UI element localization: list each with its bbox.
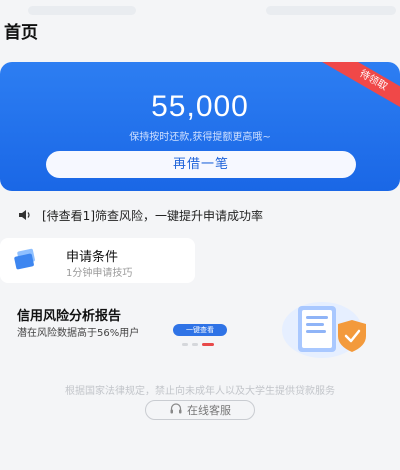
report-shield-icon: [278, 296, 374, 360]
online-service-label: 在线客服: [187, 404, 231, 417]
page-title: 首页: [4, 23, 38, 43]
online-service-button[interactable]: 在线客服: [145, 400, 255, 420]
view-report-button[interactable]: 一键查看: [173, 324, 227, 336]
risk-notice-bar[interactable]: [待查看1]筛查风险，一键提升申请成功率: [0, 203, 400, 227]
report-subtitle: 潜在风险数据高于56%用户: [17, 328, 140, 339]
headset-icon: [169, 401, 183, 420]
hero-subtitle: 保持按时还款,获得提额更高哦~: [129, 132, 271, 143]
notice-text: [待查看1]筛查风险，一键提升申请成功率: [42, 208, 263, 223]
speaker-icon: [18, 207, 34, 223]
apply-conditions-card[interactable]: 申请条件 1分钟申请技巧: [0, 238, 195, 283]
report-title: 信用风险分析报告: [17, 309, 122, 324]
borrow-again-button[interactable]: 再借一笔: [46, 151, 356, 178]
legal-notice: 根据国家法律规定，禁止向未成年人以及大学生提供贷款服务: [65, 386, 335, 397]
pager-dot-active[interactable]: [202, 343, 214, 346]
status-bar-left: [28, 6, 136, 15]
status-bar: [0, 0, 400, 16]
report-pager: [182, 343, 214, 346]
card-icon: [12, 248, 40, 272]
credit-amount: 55,000: [151, 90, 249, 123]
apply-conditions-title: 申请条件: [66, 250, 119, 265]
status-bar-right: [266, 6, 396, 15]
pager-dot[interactable]: [192, 343, 198, 346]
loan-hero-card: 待领取 55,000 保持按时还款,获得提额更高哦~ 再借一笔: [0, 62, 400, 191]
apply-conditions-subtitle: 1分钟申请技巧: [66, 268, 133, 279]
pager-dot[interactable]: [182, 343, 188, 346]
